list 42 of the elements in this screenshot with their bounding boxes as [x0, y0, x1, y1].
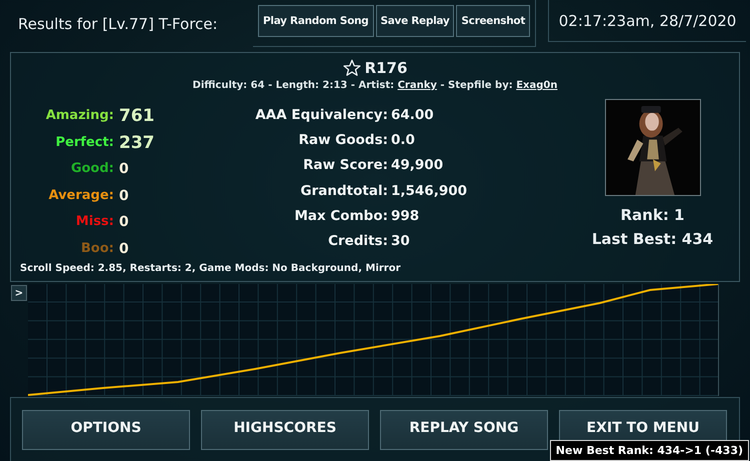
judgement-count: 237 — [119, 132, 156, 154]
results-title: Results for [Lv.77] T-Force: — [18, 15, 219, 33]
stat-label: AAA Equivalency: — [254, 106, 388, 125]
stat-value: 30 — [391, 232, 411, 251]
song-title: R176 — [364, 59, 408, 77]
stat-value: 1,546,900 — [391, 182, 468, 201]
stat-label: Credits: — [327, 232, 388, 251]
stat-value: 64.00 — [391, 106, 435, 125]
judgement-label: Good: — [70, 160, 114, 178]
settings-text: Scroll Speed: 2.85, Restarts: 2, Game Mods: No Background, Mirror — [19, 263, 402, 274]
stat-value: 49,900 — [391, 156, 444, 176]
judgement-label: Boo: — [80, 240, 114, 258]
judgement-label: Perfect: — [54, 134, 114, 152]
header-button[interactable]: Screenshot — [456, 5, 530, 37]
rank-text: Rank: 1 — [620, 206, 684, 224]
action-button[interactable]: OPTIONS — [22, 410, 190, 450]
rank-notification: New Best Rank: 434->1 (-433) — [550, 440, 749, 461]
judgement-label: Miss: — [74, 213, 114, 231]
expand-button[interactable]: > — [11, 285, 27, 301]
judgement-count: 0 — [119, 240, 130, 258]
info-link[interactable]: Cranky — [398, 80, 437, 91]
action-button[interactable]: HIGHSCORES — [201, 410, 369, 450]
info-link[interactable]: Exag0n — [516, 80, 558, 91]
star-icon[interactable] — [342, 59, 361, 77]
stat-label: Raw Score: — [302, 156, 388, 176]
header-button[interactable]: Play Random Song — [258, 5, 374, 37]
last-best-text: Last Best: 434 — [592, 230, 714, 248]
action-button[interactable]: REPLAY SONG — [380, 410, 548, 450]
stat-value: 0.0 — [391, 131, 416, 150]
judgement-count: 0 — [119, 160, 130, 179]
header-button[interactable]: Save Replay — [376, 5, 454, 37]
song-info: Difficulty: 64 - Length: 2:13 - Artist: Cranky - Stepfile by: Exag0n — [192, 80, 558, 91]
stat-label: Raw Goods: — [298, 131, 388, 150]
stat-value: 998 — [391, 206, 420, 226]
judgement-count: 0 — [119, 213, 130, 232]
judgement-label: Average: — [48, 186, 114, 204]
judgement-label: Amazing: — [44, 107, 114, 125]
datetime-display: 02:17:23am, 28/7/2020 — [548, 0, 746, 42]
stat-label: Max Combo: — [293, 206, 388, 226]
judgement-count: 761 — [119, 105, 156, 128]
stat-label: Grandtotal: — [300, 182, 388, 201]
judgement-count: 0 — [119, 186, 130, 206]
